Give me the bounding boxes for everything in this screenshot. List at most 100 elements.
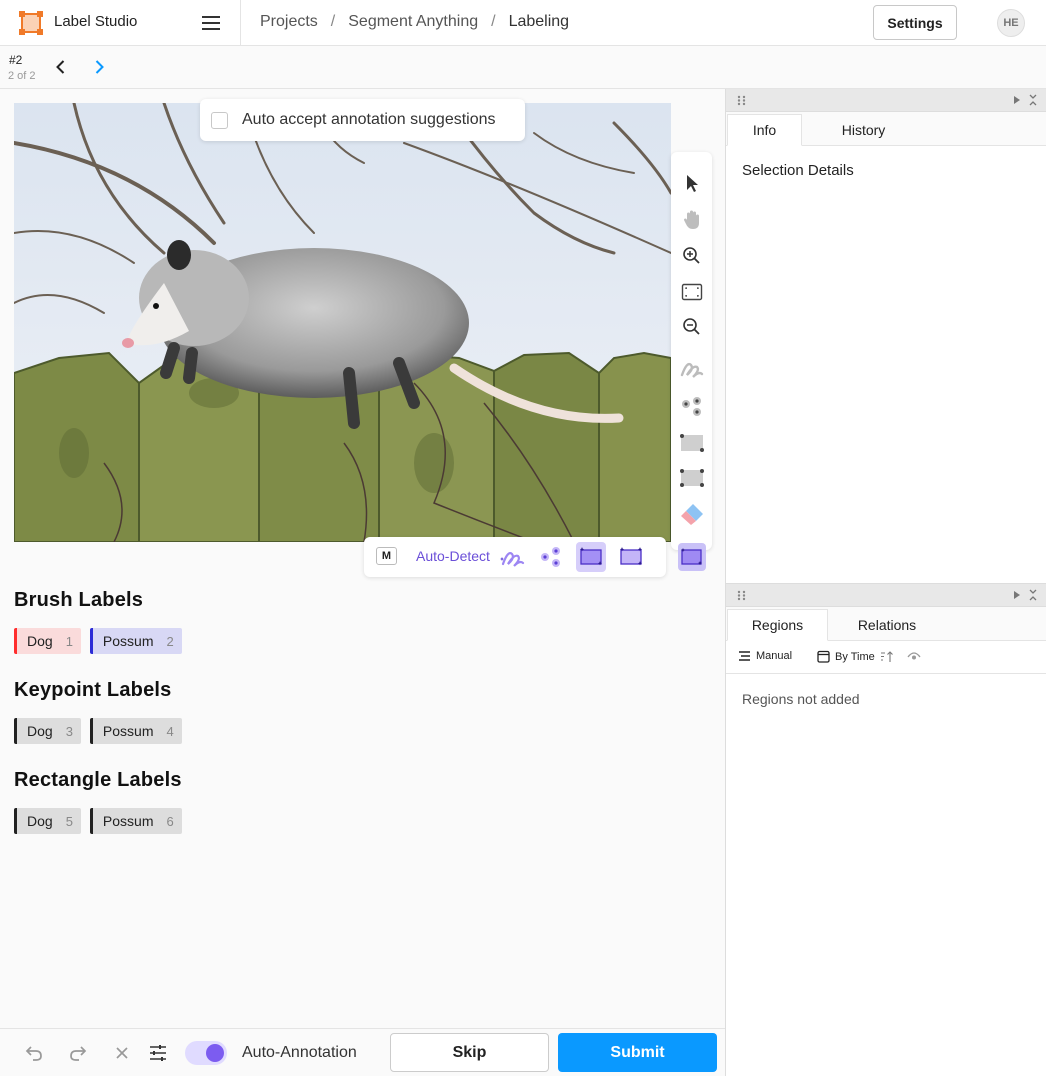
panel-drag-handle[interactable] (726, 584, 1046, 607)
smart-keypoint-tool[interactable] (536, 542, 566, 572)
bottom-action-bar: Auto-Annotation Skip Submit (0, 1028, 726, 1076)
top-header: Label Studio Projects / Segment Anything… (0, 0, 1046, 46)
eraser-tool[interactable] (679, 501, 705, 527)
cursor-icon (687, 175, 698, 192)
task-id: #2 (9, 53, 23, 67)
group-by-manual[interactable]: Manual (738, 650, 792, 662)
chevron-right-icon[interactable] (90, 58, 108, 76)
tab-relations[interactable]: Relations (838, 609, 936, 641)
drag-grip-icon[interactable] (737, 590, 747, 601)
label-rectangle-possum[interactable]: Possum 6 (89, 808, 182, 834)
keypoints-icon (682, 397, 701, 416)
auto-detect-label[interactable]: Auto-Detect (416, 548, 490, 564)
brush-labels-list: Dog 1 Possum 2 (14, 628, 182, 654)
breadcrumb-current: Labeling (508, 13, 570, 30)
label-keypoint-dog[interactable]: Dog 3 (14, 718, 81, 744)
visibility-toggle[interactable] (907, 650, 921, 662)
menu-icon[interactable] (200, 12, 222, 34)
label-hotkey: 2 (166, 633, 174, 649)
zoom-out-icon (683, 318, 700, 335)
tool-palette (671, 152, 712, 571)
regions-tabs: Regions Relations (726, 607, 1046, 641)
keypoint-tool[interactable] (679, 394, 705, 420)
label-hotkey: 4 (166, 723, 174, 739)
smart-rectangle-alt-tool[interactable] (616, 542, 646, 572)
redo-icon (70, 1046, 87, 1061)
chevron-left-icon[interactable] (52, 58, 70, 76)
label-rectangle-dog[interactable]: Dog 5 (14, 808, 81, 834)
rectangle-3point-tool[interactable] (679, 465, 705, 491)
settings-button[interactable]: Settings (873, 5, 957, 40)
sort-by-time[interactable]: By Time (817, 650, 894, 663)
smart-rectangle-icon (681, 548, 702, 565)
label-studio-logo-icon[interactable] (18, 10, 44, 36)
settings-sliders-button[interactable] (148, 1043, 168, 1063)
reset-button[interactable] (112, 1043, 132, 1063)
smart-tools-toolbar: M Auto-Detect (364, 537, 666, 577)
breadcrumb-separator: / (491, 13, 496, 30)
submit-button[interactable]: Submit (558, 1033, 717, 1072)
expand-right-icon[interactable] (1012, 589, 1022, 601)
skip-button[interactable]: Skip (390, 1033, 549, 1072)
smart-rectangle-tool[interactable] (576, 542, 606, 572)
auto-annotation-label: Auto-Annotation (242, 1044, 357, 1061)
label-name: Possum (102, 723, 154, 739)
panel-drag-handle[interactable] (726, 89, 1046, 112)
zoom-in-tool[interactable] (679, 243, 705, 269)
label-hotkey: 1 (65, 633, 73, 649)
smart-brush-tool[interactable] (497, 542, 527, 572)
smart-rectangle-tool[interactable] (678, 543, 706, 571)
zoom-fit-tool[interactable] (679, 279, 705, 305)
label-brush-dog[interactable]: Dog 1 (14, 628, 81, 654)
rectangle-labels-heading: Rectangle Labels (14, 769, 182, 791)
breadcrumb-separator: / (330, 13, 336, 30)
redo-button[interactable] (68, 1043, 88, 1063)
task-count: 2 of 2 (8, 70, 36, 82)
header-divider (240, 0, 241, 46)
label-keypoint-possum[interactable]: Possum 4 (89, 718, 182, 744)
collapse-icon[interactable] (1028, 94, 1038, 106)
label-hotkey: 3 (65, 723, 73, 739)
eraser-icon (681, 504, 703, 525)
image-canvas[interactable] (14, 103, 671, 542)
tab-info[interactable]: Info (727, 114, 802, 146)
breadcrumb-projects[interactable]: Projects (260, 13, 318, 31)
pan-tool[interactable] (679, 207, 705, 233)
auto-accept-suggestions[interactable]: Auto accept annotation suggestions (200, 99, 525, 141)
select-tool[interactable] (679, 170, 705, 196)
avatar[interactable]: HE (997, 9, 1025, 37)
smart-rectangle-icon (580, 547, 602, 566)
smart-rectangle-alt-icon (620, 547, 642, 566)
rectangle-corners-icon (680, 469, 704, 487)
brush-tool[interactable] (679, 356, 705, 382)
label-name: Dog (27, 813, 53, 829)
task-image[interactable] (14, 103, 671, 542)
auto-accept-checkbox[interactable] (211, 111, 228, 129)
undo-button[interactable] (24, 1043, 44, 1063)
rectangle-tool[interactable] (679, 430, 705, 456)
tab-history[interactable]: History (816, 114, 911, 146)
brush-icon (680, 362, 704, 378)
auto-annotation-toggle[interactable] (185, 1041, 227, 1065)
tab-regions[interactable]: Regions (727, 609, 828, 641)
sort-label: By Time (835, 650, 875, 663)
zoom-out-tool[interactable] (679, 314, 705, 340)
collapse-icon[interactable] (1028, 589, 1038, 601)
drag-grip-icon[interactable] (737, 95, 747, 106)
regions-panel: Regions Relations Manual By Time Regions… (726, 583, 1046, 1076)
fit-to-screen-icon (681, 283, 703, 301)
keypoint-labels-heading: Keypoint Labels (14, 679, 172, 701)
info-tabs: Info History (726, 112, 1046, 146)
panel-controls (1012, 94, 1038, 106)
info-panel: Info History Selection Details (726, 89, 1046, 583)
label-hotkey: 5 (65, 813, 73, 829)
selection-details-title: Selection Details (742, 162, 854, 179)
sliders-icon (150, 1045, 166, 1061)
calendar-icon (817, 650, 830, 663)
label-hotkey: 6 (166, 813, 174, 829)
breadcrumb-project[interactable]: Segment Anything (348, 13, 478, 31)
expand-right-icon[interactable] (1012, 94, 1022, 106)
panel-controls (1012, 589, 1038, 601)
label-brush-possum[interactable]: Possum 2 (89, 628, 182, 654)
regions-empty-state: Regions not added (742, 691, 860, 707)
